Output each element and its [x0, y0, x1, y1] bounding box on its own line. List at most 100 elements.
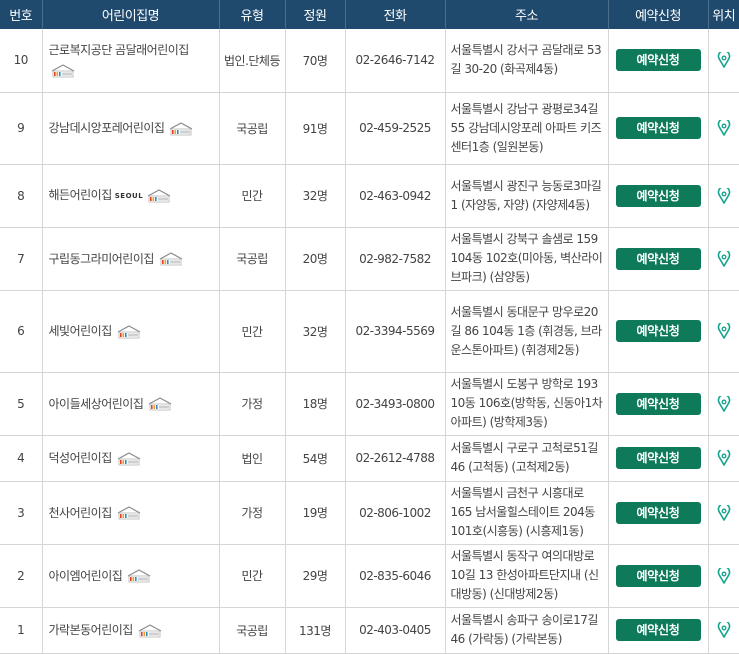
daycare-name: 아이엠어린이집 [48, 568, 123, 583]
daycare-name: 세빛어린이집 [48, 324, 113, 338]
reserve-button[interactable]: 예약신청 [615, 117, 701, 139]
cell-type: 국공립 [219, 92, 286, 165]
certification-badge-icon [115, 506, 143, 520]
daycare-list-table: 번호 어린이집명 유형 정원 전화 주소 예약신청 위치 10 근로복지공단 곰달… [0, 0, 739, 654]
cell-phone: 02-806-1002 [345, 481, 446, 545]
cell-location [708, 607, 739, 654]
cell-name: 세빛어린이집 [42, 290, 220, 373]
cell-reserve: 예약신청 [608, 164, 709, 228]
cell-reserve: 예약신청 [608, 607, 709, 654]
header-no: 번호 [0, 0, 43, 29]
cell-reserve: 예약신청 [608, 435, 709, 482]
cell-type: 법인 [219, 435, 286, 482]
cell-reserve: 예약신청 [608, 544, 709, 608]
cell-capacity: 20명 [285, 227, 346, 291]
cell-no: 2 [0, 544, 43, 608]
map-pin-icon[interactable] [716, 117, 732, 136]
cell-location [708, 290, 739, 373]
map-pin-icon[interactable] [716, 185, 732, 204]
cell-phone: 02-463-0942 [345, 164, 446, 228]
map-pin-icon[interactable] [716, 248, 732, 267]
map-pin-icon[interactable] [716, 393, 732, 412]
cell-type: 법인.단체등 [219, 29, 286, 93]
cell-type: 국공립 [219, 227, 286, 291]
cell-location [708, 164, 739, 228]
map-pin-icon[interactable] [716, 565, 732, 584]
map-pin-icon[interactable] [716, 50, 732, 69]
cell-name: 아이엠어린이집 [42, 544, 220, 608]
cell-phone: 02-982-7582 [345, 227, 446, 291]
daycare-name: 근로복지공단 곰달래어린이집 [48, 43, 190, 58]
cell-no: 4 [0, 435, 43, 482]
map-pin-icon[interactable] [716, 320, 732, 339]
cell-no: 3 [0, 481, 43, 545]
table-row: 1 가락본동어린이집 국공립 131명 02-403-0405 서울특별시 송파구 송이로… [0, 607, 739, 654]
cell-name: 덕성어린이집 [42, 435, 220, 482]
table-row: 10 근로복지공단 곰달래어린이집 법인.단체등 70명 02-2646-7142 서울특… [0, 29, 739, 93]
cell-no: 9 [0, 92, 43, 165]
cell-type: 민간 [219, 544, 286, 608]
cell-location [708, 227, 739, 291]
daycare-name: 강남데시앙포레어린이집 [48, 121, 165, 135]
cell-phone: 02-3493-0800 [345, 372, 446, 436]
reserve-button[interactable]: 예약신청 [615, 447, 701, 469]
cell-phone: 02-3394-5569 [345, 290, 446, 373]
cell-reserve: 예약신청 [608, 29, 709, 93]
cell-type: 국공립 [219, 607, 286, 654]
cell-reserve: 예약신청 [608, 92, 709, 165]
header-address: 주소 [445, 0, 609, 29]
reserve-button[interactable]: 예약신청 [615, 247, 701, 270]
cell-no: 7 [0, 227, 43, 291]
header-name: 어린이집명 [42, 0, 220, 29]
cell-no: 5 [0, 372, 43, 436]
cell-location [708, 544, 739, 608]
map-pin-icon[interactable] [716, 502, 732, 521]
reserve-button[interactable]: 예약신청 [615, 392, 701, 415]
table-row: 3 천사어린이집 가정 19명 02-806-1002 서울특별시 금천구 시흥대로 16… [0, 481, 739, 545]
certification-badge-icon [167, 121, 195, 136]
table-row: 6 세빛어린이집 민간 32명 02-3394-5569 서울특별시 동대문구 망우로20… [0, 290, 739, 373]
cell-type: 민간 [219, 290, 286, 373]
reserve-button[interactable]: 예약신청 [615, 320, 701, 342]
table-row: 9 강남데시앙포레어린이집 국공립 91명 02-459-2525 서울특별시 강남구 광… [0, 92, 739, 165]
header-reserve: 예약신청 [608, 0, 709, 29]
cell-phone: 02-835-6046 [345, 544, 446, 608]
cell-reserve: 예약신청 [608, 290, 709, 373]
reserve-button[interactable]: 예약신청 [615, 501, 701, 524]
cell-type: 민간 [219, 164, 286, 228]
header-type: 유형 [219, 0, 286, 29]
reserve-button[interactable]: 예약신청 [615, 49, 701, 72]
cell-location [708, 92, 739, 165]
cell-no: 8 [0, 164, 43, 228]
seoul-logo-icon: SEOUL [114, 191, 144, 200]
cell-location [708, 29, 739, 93]
cell-address: 서울특별시 도봉구 방학로 193 10동 106호(방학동, 신동아1차아파트… [445, 372, 609, 436]
certification-badge-icon [115, 451, 143, 466]
table-row: 8 해든어린이집 SEOUL 민간 32명 02-463-0942 서울특별시 광진구 능동… [0, 164, 739, 228]
cell-location [708, 372, 739, 436]
cell-location [708, 481, 739, 545]
cell-capacity: 29명 [285, 544, 346, 608]
daycare-name: 해든어린이집 [48, 188, 113, 203]
cell-no: 1 [0, 607, 43, 654]
cell-address: 서울특별시 강서구 곰달래로 53길 30-20 (화곡제4동) [445, 29, 609, 93]
cell-name: 해든어린이집 SEOUL [42, 164, 220, 228]
map-pin-icon[interactable] [716, 619, 732, 638]
certification-badge-icon [125, 569, 153, 583]
reserve-button[interactable]: 예약신청 [615, 619, 701, 641]
reserve-button[interactable]: 예약신청 [615, 564, 701, 587]
table-header-row: 번호 어린이집명 유형 정원 전화 주소 예약신청 위치 [0, 0, 739, 29]
certification-badge-icon [145, 189, 173, 203]
table-row: 7 구립동그라미어린이집 국공립 20명 02-982-7582 서울특별시 강북구 솔샘… [0, 227, 739, 291]
cell-capacity: 32명 [285, 290, 346, 373]
daycare-name: 천사어린이집 [48, 505, 113, 520]
map-pin-icon[interactable] [716, 447, 732, 466]
header-capacity: 정원 [285, 0, 346, 29]
reserve-button[interactable]: 예약신청 [615, 184, 701, 207]
daycare-name: 구립동그라미어린이집 [48, 251, 155, 266]
cell-type: 가정 [219, 372, 286, 436]
cell-address: 서울특별시 구로구 고척로51길 46 (고척동) (고척제2동) [445, 435, 609, 482]
cell-address: 서울특별시 동대문구 망우로20길 86 104동 1층 (휘경동, 브라운스톤… [445, 290, 609, 373]
certification-badge-icon [49, 64, 77, 78]
table-row: 2 아이엠어린이집 민간 29명 02-835-6046 서울특별시 동작구 여의대방로1… [0, 544, 739, 608]
